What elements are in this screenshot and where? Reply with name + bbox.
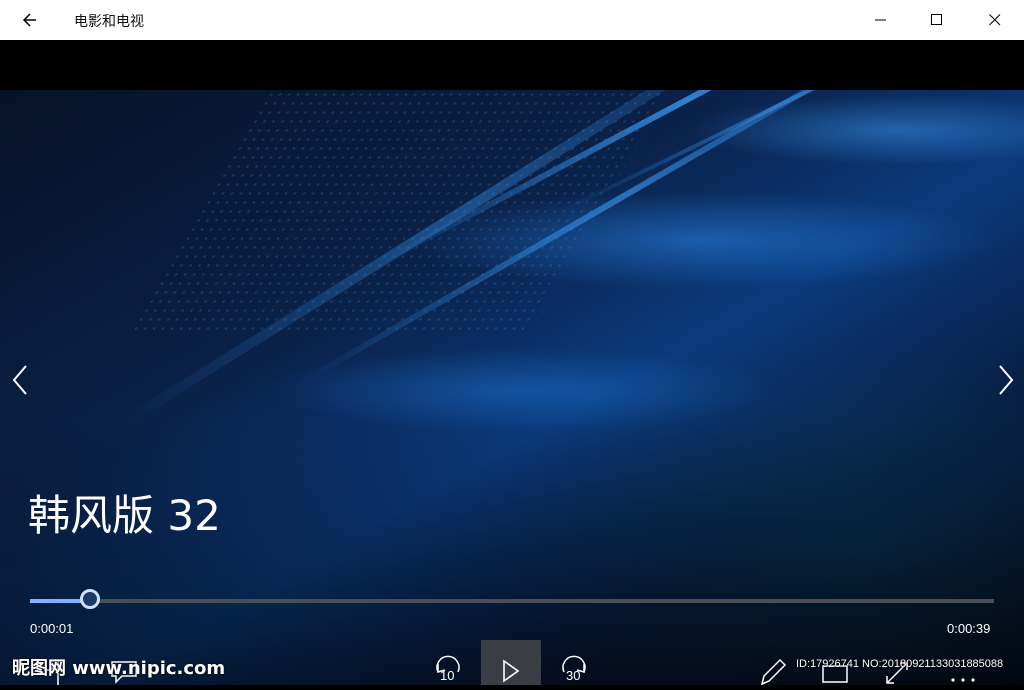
minimize-icon xyxy=(875,19,886,21)
maximize-icon xyxy=(931,14,942,25)
close-button[interactable] xyxy=(972,0,1018,40)
close-icon xyxy=(989,14,1001,26)
total-time: 0:00:39 xyxy=(947,621,991,636)
skip-forward-label: 30 xyxy=(566,668,581,683)
edit-button[interactable] xyxy=(758,650,788,686)
pencil-icon xyxy=(760,658,787,686)
skip-back-label: 10 xyxy=(440,668,455,683)
video-surface[interactable] xyxy=(0,90,1024,685)
title-bar: 电影和电视 xyxy=(0,0,1024,40)
maximize-button[interactable] xyxy=(914,0,960,40)
app-title: 电影和电视 xyxy=(74,14,144,30)
play-icon xyxy=(503,659,520,683)
minimize-button[interactable] xyxy=(858,0,904,40)
previous-button[interactable] xyxy=(6,360,36,400)
play-button[interactable] xyxy=(481,640,541,685)
video-title: 韩风版 32 xyxy=(28,491,221,540)
watermark-right: ID:17926741 NO:20180921133031885088 xyxy=(796,658,1004,670)
back-button[interactable] xyxy=(14,8,46,32)
skip-forward-button[interactable]: 30 xyxy=(556,650,592,685)
seek-bar[interactable] xyxy=(30,599,994,603)
elapsed-time: 0:00:01 xyxy=(30,621,74,636)
next-button[interactable] xyxy=(992,360,1022,400)
chevron-right-icon xyxy=(999,365,1014,395)
chevron-left-icon xyxy=(12,365,27,395)
arrow-left-icon xyxy=(22,13,36,27)
skip-back-button[interactable]: 10 xyxy=(430,650,466,685)
seek-bar-thumb[interactable] xyxy=(79,589,100,609)
watermark-left: 昵图网 www.nipic.com xyxy=(12,658,226,679)
letterbox-top xyxy=(0,40,1024,90)
